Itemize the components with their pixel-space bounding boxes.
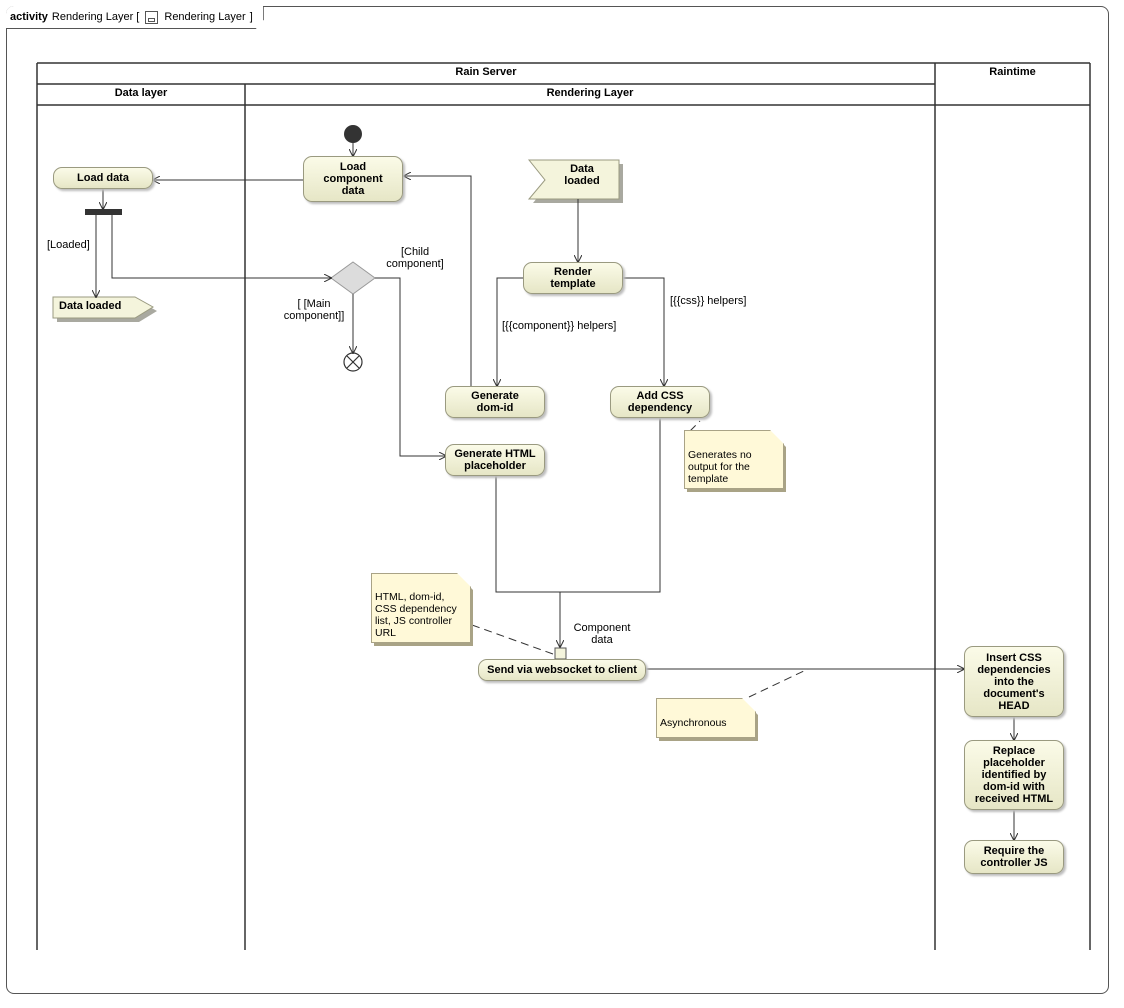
note-asynchronous: Asynchronous xyxy=(656,698,756,738)
accept-event-label: Data loaded xyxy=(564,163,600,187)
note-generates-no-output: Generates no output for the template xyxy=(684,430,784,489)
send-signal-label: Data loaded xyxy=(59,300,122,312)
action-load-data[interactable]: Load data xyxy=(53,167,153,189)
flows xyxy=(96,143,1014,840)
action-replace-placeholder[interactable]: Replace placeholder identified by dom-id… xyxy=(964,740,1064,810)
action-insert-css-dependencies[interactable]: Insert CSS dependencies into the documen… xyxy=(964,646,1064,717)
partition-rendering-layer: Rendering Layer xyxy=(546,87,634,99)
partition-rain-server: Rain Server xyxy=(455,66,517,78)
action-generate-html-placeholder[interactable]: Generate HTML placeholder xyxy=(445,444,545,476)
guard-child-component: [Child component] xyxy=(386,246,444,270)
guard-main-component: [ [Main component]] xyxy=(283,298,345,322)
fork-bar xyxy=(85,209,122,215)
action-generate-dom-id[interactable]: Generate dom-id xyxy=(445,386,545,418)
action-add-css-dependency[interactable]: Add CSS dependency xyxy=(610,386,710,418)
output-pin xyxy=(554,647,567,660)
action-load-component-data[interactable]: Load component data xyxy=(303,156,403,202)
pin-label-component-data: Component data xyxy=(573,622,631,646)
action-send-via-websocket[interactable]: Send via websocket to client xyxy=(478,659,646,681)
diagram-canvas xyxy=(36,62,1091,950)
flow-final-node xyxy=(343,352,363,372)
note-payload: HTML, dom-id, CSS dependency list, JS co… xyxy=(371,573,471,643)
action-require-controller-js[interactable]: Require the controller JS xyxy=(964,840,1064,874)
decision-node xyxy=(330,261,376,295)
action-render-template[interactable]: Render template xyxy=(523,262,623,294)
guard-loaded: [Loaded] xyxy=(47,239,90,251)
initial-node xyxy=(344,125,362,143)
partition-data-layer: Data layer xyxy=(114,87,168,99)
partition-raintime: Raintime xyxy=(989,66,1036,78)
guard-css-helpers: [{{css}} helpers] xyxy=(670,295,747,307)
guard-component-helpers: [{{component}} helpers] xyxy=(502,320,617,332)
